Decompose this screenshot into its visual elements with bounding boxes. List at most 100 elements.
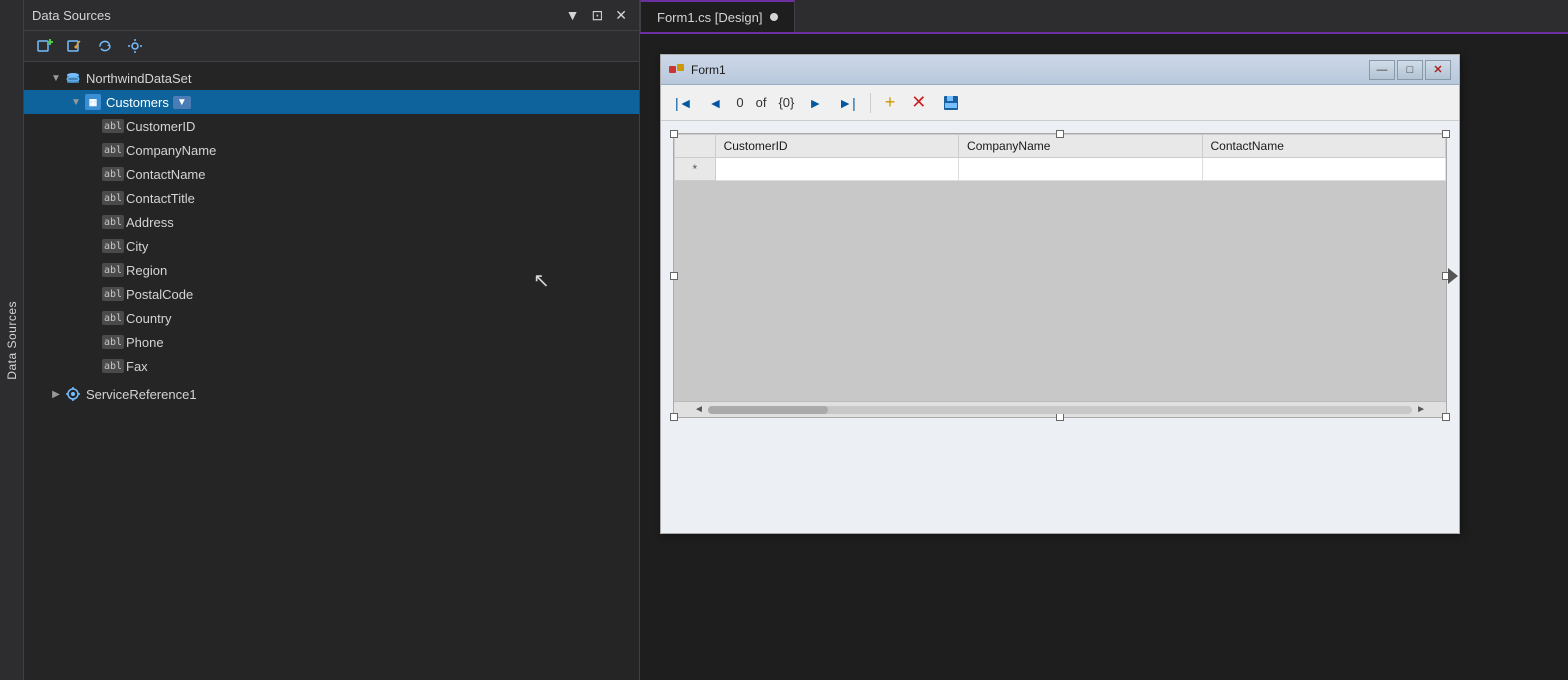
form-close-button[interactable]: ✕ [1425,60,1451,80]
customers-dropdown-button[interactable]: ▼ [173,96,191,109]
add-datasource-icon [37,38,53,54]
nav-separator-1 [870,93,871,113]
form-maximize-button[interactable]: □ [1397,60,1423,80]
field-icon-phone: abl [104,333,122,351]
servicereference-label: ServiceReference1 [86,387,197,402]
dataset-icon [64,69,82,87]
tree-item-phone[interactable]: abl Phone [24,330,639,354]
tree-item-contactname[interactable]: abl ContactName [24,162,639,186]
add-datasource-button[interactable] [32,35,58,57]
nav-save-button[interactable] [936,91,966,115]
nav-delete-button[interactable]: ✕ [905,89,932,116]
nav-next-button[interactable]: ► [802,92,828,114]
data-sources-panel: Data Sources Data Sources ▼ ⊡ ✕ [0,0,640,680]
resize-handle-top-left[interactable] [670,130,678,138]
nav-strip: |◄ ◄ 0 of {0} ► ►| + ✕ [661,85,1459,121]
refresh-icon [97,38,113,54]
tab-label: Form1.cs [Design] [657,10,762,25]
tree-item-city[interactable]: abl City [24,234,639,258]
customers-label: Customers [106,95,169,110]
datagrid-col-companyname[interactable]: CompanyName [959,135,1202,158]
field-icon-companyname: abl [104,141,122,159]
resize-handle-bot-left[interactable] [670,413,678,421]
tree-item-country[interactable]: abl Country [24,306,639,330]
tree-item-contacttitle[interactable]: abl ContactTitle [24,186,639,210]
nav-current-record: 0 [736,95,743,110]
nav-total-records: {0} [778,95,794,110]
nav-add-button[interactable]: + [879,89,902,116]
tab-modified-indicator [770,13,778,21]
tree-item-companyname[interactable]: abl CompanyName [24,138,639,162]
datagrid-cell-companyname-new[interactable] [959,158,1202,181]
nav-prev-button[interactable]: ◄ [703,92,729,114]
datagrid-col-customerid[interactable]: CustomerID [715,135,958,158]
ds-pin-button[interactable]: ▼ [562,6,584,24]
tree-item-address[interactable]: abl Address [24,210,639,234]
datagrid-cell-contactname-new[interactable] [1202,158,1445,181]
datagrid-col-contactname[interactable]: ContactName [1202,135,1445,158]
hscroll-right-button[interactable]: ► [1412,404,1430,415]
form-titlebar: Form1 — □ ✕ [661,55,1459,85]
field-icon-region: abl [104,261,122,279]
form-title-text: Form1 [691,63,726,77]
form-app-icon [669,62,685,78]
tree-item-fax[interactable]: abl Fax [24,354,639,378]
form-title-left: Form1 [669,62,726,78]
design-surface: ↖ Form1 — □ [640,34,1568,680]
resize-handle-bot-right[interactable] [1442,413,1450,421]
table-icon-customers: ▦ [84,93,102,111]
ds-toolbar [24,31,639,62]
ds-panel-title: Data Sources [32,8,111,23]
field-icon-city: abl [104,237,122,255]
ds-float-button[interactable]: ⊡ [588,6,608,24]
hscroll-left-button[interactable]: ◄ [690,404,708,415]
resize-handle-bot-mid[interactable] [1056,413,1064,421]
field-icon-contactname: abl [104,165,122,183]
field-icon-customerid: abl [104,117,122,135]
vertical-tab-label: Data Sources [5,301,19,380]
datagrid-container: CustomerID CompanyName ContactName * [673,133,1447,418]
resize-handle-mid-left[interactable] [670,272,678,280]
form-minimize-button[interactable]: — [1369,60,1395,80]
nav-last-button[interactable]: ►| [832,92,862,114]
tree-item-northwinddataset[interactable]: ▼ NorthwindDataSet [24,66,639,90]
edit-datasource-icon [67,38,83,54]
tree-item-customerid[interactable]: abl CustomerID [24,114,639,138]
datagrid-cell-customerid-new[interactable] [715,158,958,181]
tab-form1-design[interactable]: Form1.cs [Design] [640,0,795,32]
resize-handle-top-right[interactable] [1442,130,1450,138]
form1-window: Form1 — □ ✕ |◄ [660,54,1460,534]
refresh-datasource-button[interactable] [92,35,118,57]
resize-handle-top-mid[interactable] [1056,130,1064,138]
ds-tree: ▼ NorthwindDataSet ▼ ▦ Customers ▼ [24,62,639,680]
field-icon-country: abl [104,309,122,327]
service-icon [64,385,82,403]
form-window-buttons: — □ ✕ [1369,60,1451,80]
hscroll-thumb[interactable] [708,406,828,414]
tree-item-postalcode[interactable]: abl PostalCode [24,282,639,306]
ds-close-button[interactable]: ✕ [611,6,631,24]
northwinddataset-label: NorthwindDataSet [86,71,192,86]
expand-arrow-service: ▶ [48,389,64,400]
ds-header-controls: ▼ ⊡ ✕ [562,6,631,24]
expand-arrow-customers: ▼ [68,97,84,108]
new-row-indicator: * [675,158,716,181]
datagrid[interactable]: CustomerID CompanyName ContactName * [674,134,1446,181]
tree-item-servicereference[interactable]: ▶ ServiceReference1 [24,382,639,406]
configure-icon [127,38,143,54]
tree-item-region[interactable]: abl Region [24,258,639,282]
field-icon-contacttitle: abl [104,189,122,207]
tree-item-customers[interactable]: ▼ ▦ Customers ▼ [24,90,639,114]
expand-arrow-northwind: ▼ [48,73,64,84]
datagrid-new-row[interactable]: * [675,158,1446,181]
design-surface-panel: Form1.cs [Design] ↖ Form1 — [640,0,1568,680]
nav-first-button[interactable]: |◄ [669,92,699,114]
field-icon-fax: abl [104,357,122,375]
vertical-tab[interactable]: Data Sources [0,0,24,680]
configure-datasource-button[interactable] [122,35,148,57]
field-icon-address: abl [104,213,122,231]
tab-bar: Form1.cs [Design] [640,0,1568,34]
save-icon [942,94,960,112]
edit-datasource-button[interactable] [62,35,88,57]
hscroll-track[interactable] [708,406,1412,414]
